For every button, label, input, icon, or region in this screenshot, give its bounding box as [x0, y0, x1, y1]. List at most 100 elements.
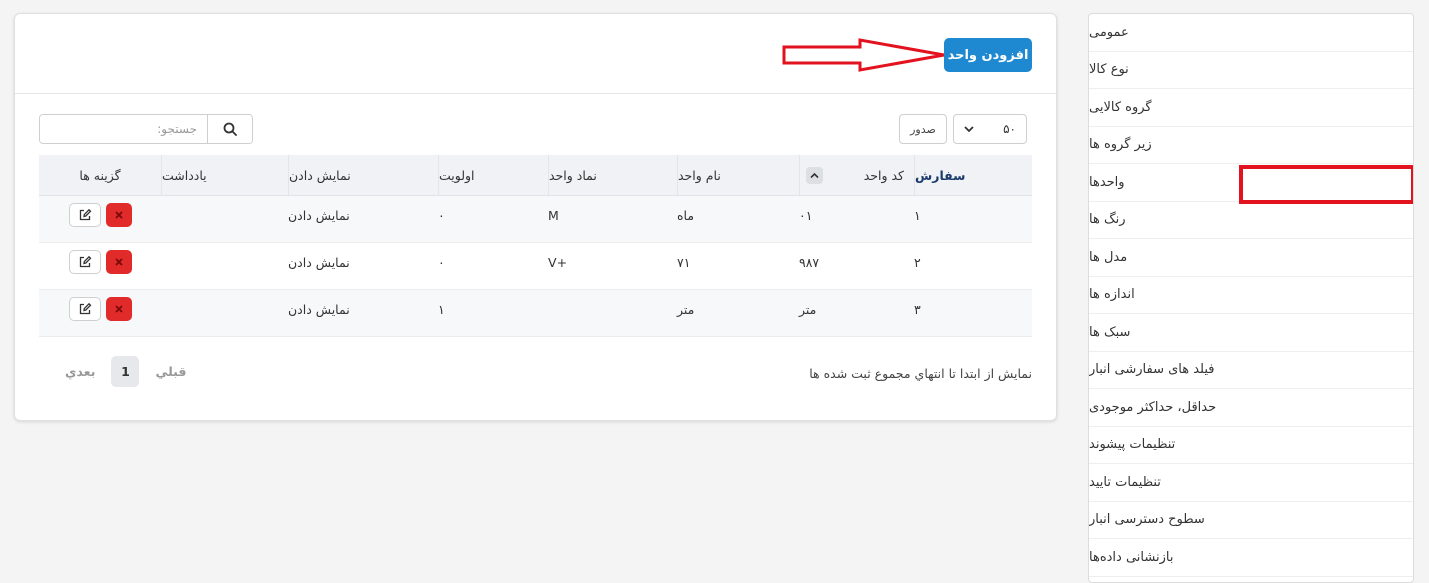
table-row: نمایش دادن ۱ متر متر ۳: [39, 290, 1032, 337]
delete-button[interactable]: [105, 203, 132, 227]
page-size-select[interactable]: ۵۰: [953, 114, 1027, 144]
cell-order: ۱: [914, 207, 921, 223]
delete-button[interactable]: [105, 250, 132, 274]
cell-order: ۳: [914, 301, 921, 317]
sidebar-item-label: رنگ ها: [1089, 212, 1126, 228]
pagination-next[interactable]: بعدي: [65, 364, 95, 379]
cell-display: نمایش دادن: [288, 254, 350, 270]
cell-name: ۷۱: [677, 254, 691, 270]
settings-sidebar: عمومی نوع کالا گروه کالایی زیر گروه ها و…: [1088, 13, 1414, 583]
sidebar-item-units[interactable]: واحدها: [1089, 164, 1413, 203]
column-header-symbol[interactable]: نماد واحد: [548, 155, 677, 195]
cell-priority: ۱: [438, 301, 445, 317]
column-header-code-label: کد واحد: [863, 167, 904, 183]
table-header: گزینه ها یادداشت نمایش دادن اولویت نماد …: [39, 155, 1032, 196]
sidebar-item-product-type[interactable]: نوع کالا: [1089, 52, 1413, 89]
sidebar-item-label: نوع کالا: [1089, 62, 1129, 78]
pagination: بعدي 1 قبلي: [65, 356, 186, 387]
delete-button[interactable]: [105, 297, 132, 321]
sidebar-item-label: زیر گروه ها: [1089, 137, 1152, 153]
units-table: گزینه ها یادداشت نمایش دادن اولویت نماد …: [39, 155, 1032, 337]
edit-button[interactable]: [68, 203, 101, 227]
search-icon: [223, 122, 237, 136]
sidebar-item-data-reset[interactable]: بازنشانی دادەها: [1089, 539, 1413, 577]
sidebar-item-label: فیلد های سفارشی انبار: [1089, 362, 1215, 378]
cell-code: ۰۱: [799, 207, 813, 223]
cell-display: نمایش دادن: [288, 207, 350, 223]
column-header-name[interactable]: نام واحد: [677, 155, 799, 195]
column-header-code[interactable]: کد واحد: [799, 155, 914, 195]
units-card: افزودن واحد صدور ۵۰ گزینه ها یادداشت نما…: [14, 13, 1057, 421]
edit-icon: [79, 302, 91, 315]
table-row: نمایش دادن ۰ M ماه ۰۱ ۱: [39, 196, 1032, 243]
sidebar-item-label: عمومی: [1089, 24, 1129, 40]
cell-priority: ۰: [438, 207, 445, 223]
column-header-display[interactable]: نمایش دادن: [288, 155, 438, 195]
cell-note: [161, 290, 288, 336]
sort-toggle-button[interactable]: [806, 166, 823, 184]
column-header-options: گزینه ها: [79, 167, 121, 183]
sidebar-item-label: سطوح دسترسی انبار: [1089, 512, 1205, 528]
sidebar-item-label: اندازه ها: [1089, 287, 1135, 303]
add-unit-button[interactable]: افزودن واحد: [944, 38, 1032, 72]
column-header-note[interactable]: یادداشت: [161, 155, 288, 195]
sidebar-item-approval-settings[interactable]: تنظیمات تایید: [1089, 464, 1413, 502]
sidebar-item-models[interactable]: مدل ها: [1089, 239, 1413, 277]
sidebar-item-label: مدل ها: [1089, 249, 1128, 265]
chevron-down-icon: [964, 126, 974, 133]
column-header-priority[interactable]: اولویت: [438, 155, 548, 195]
sidebar-item-label: بازنشانی دادەها: [1089, 549, 1174, 565]
search-input[interactable]: [40, 115, 207, 143]
cell-symbol: M: [548, 207, 559, 223]
sidebar-item-general[interactable]: عمومی: [1089, 14, 1413, 52]
pagination-prev[interactable]: قبلي: [155, 364, 186, 379]
pagination-current-page[interactable]: 1: [111, 356, 140, 387]
sidebar-item-subgroups[interactable]: زیر گروه ها: [1089, 127, 1413, 164]
row-actions: [39, 196, 161, 242]
cell-note: [161, 196, 288, 242]
cell-display: نمایش دادن: [288, 301, 350, 317]
row-actions: [39, 290, 161, 336]
sidebar-item-sizes[interactable]: اندازه ها: [1089, 277, 1413, 314]
edit-icon: [79, 208, 91, 221]
edit-button[interactable]: [68, 297, 101, 321]
sidebar-item-label: حداقل، حداکثر موجودی: [1089, 399, 1217, 415]
edit-icon: [79, 255, 91, 268]
column-header-order[interactable]: سفارش: [914, 155, 1032, 195]
cell-code: متر: [799, 301, 817, 317]
cell-name: متر: [677, 301, 695, 317]
cell-symbol: [548, 290, 677, 336]
close-icon: [114, 211, 123, 219]
code-header-wrap: کد واحد: [800, 166, 904, 184]
search-button[interactable]: [207, 115, 252, 143]
search-group: [39, 114, 253, 144]
sidebar-item-colors[interactable]: رنگ ها: [1089, 202, 1413, 239]
close-icon: [114, 305, 123, 313]
cell-symbol: +V: [548, 254, 568, 270]
row-actions: [39, 243, 161, 289]
page-size-value: ۵۰: [1003, 122, 1016, 136]
close-icon: [114, 258, 123, 266]
table-info-text: نمایش از ابتدا تا انتهاي مجموع ثبت شده ه…: [809, 366, 1032, 381]
cell-name: ماه: [677, 207, 695, 223]
sidebar-item-styles[interactable]: سبک ها: [1089, 314, 1413, 352]
sidebar-item-label: سبک ها: [1089, 324, 1131, 340]
sidebar-item-min-max-stock[interactable]: حداقل، حداکثر موجودی: [1089, 389, 1413, 427]
sidebar-item-product-group[interactable]: گروه کالایی: [1089, 89, 1413, 127]
sidebar-item-label: گروه کالایی: [1089, 99, 1152, 115]
chevron-up-icon: [810, 172, 819, 178]
sidebar-item-prefix-settings[interactable]: تنظیمات پیشوند: [1089, 427, 1413, 464]
cell-note: [161, 243, 288, 289]
sidebar-item-label: تنظیمات تایید: [1089, 474, 1161, 490]
card-header: افزودن واحد: [15, 14, 1056, 94]
sidebar-item-label: تنظیمات پیشوند: [1089, 437, 1176, 453]
sidebar-item-custom-fields[interactable]: فیلد های سفارشی انبار: [1089, 352, 1413, 389]
sidebar-item-access-levels[interactable]: سطوح دسترسی انبار: [1089, 502, 1413, 539]
cell-order: ۲: [914, 254, 921, 270]
export-button[interactable]: صدور: [899, 114, 947, 144]
cell-priority: ۰: [438, 254, 445, 270]
table-row: نمایش دادن ۰ +V ۷۱ ۹۸۷ ۲: [39, 243, 1032, 290]
edit-button[interactable]: [68, 250, 101, 274]
cell-code: ۹۸۷: [799, 254, 820, 270]
sidebar-item-label: واحدها: [1089, 174, 1125, 190]
